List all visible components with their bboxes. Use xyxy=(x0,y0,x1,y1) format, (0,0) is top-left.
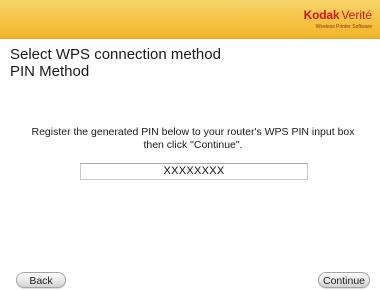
logo-tagline: Wireless Printer Software xyxy=(315,24,372,30)
wps-pin-window: Kodak Verité Wireless Printer Software Se… xyxy=(0,0,380,291)
instruction-line-2: then click "Continue". xyxy=(143,139,243,151)
logo-brand: Kodak xyxy=(303,8,340,22)
page-title: Select WPS connection method xyxy=(10,46,221,63)
kodak-verite-logo: Kodak Verité Wireless Printer Software xyxy=(304,7,372,30)
back-button[interactable]: Back xyxy=(16,272,66,288)
header-bar: Kodak Verité Wireless Printer Software xyxy=(0,0,380,39)
pin-display-field: XXXXXXXX xyxy=(80,163,308,180)
continue-button[interactable]: Continue xyxy=(318,272,370,288)
instruction-line-1: Register the generated PIN below to your… xyxy=(31,126,355,138)
page-subtitle: PIN Method xyxy=(10,63,90,80)
logo-product: Verité xyxy=(341,8,372,22)
instruction-text: Register the generated PIN below to your… xyxy=(20,126,366,152)
